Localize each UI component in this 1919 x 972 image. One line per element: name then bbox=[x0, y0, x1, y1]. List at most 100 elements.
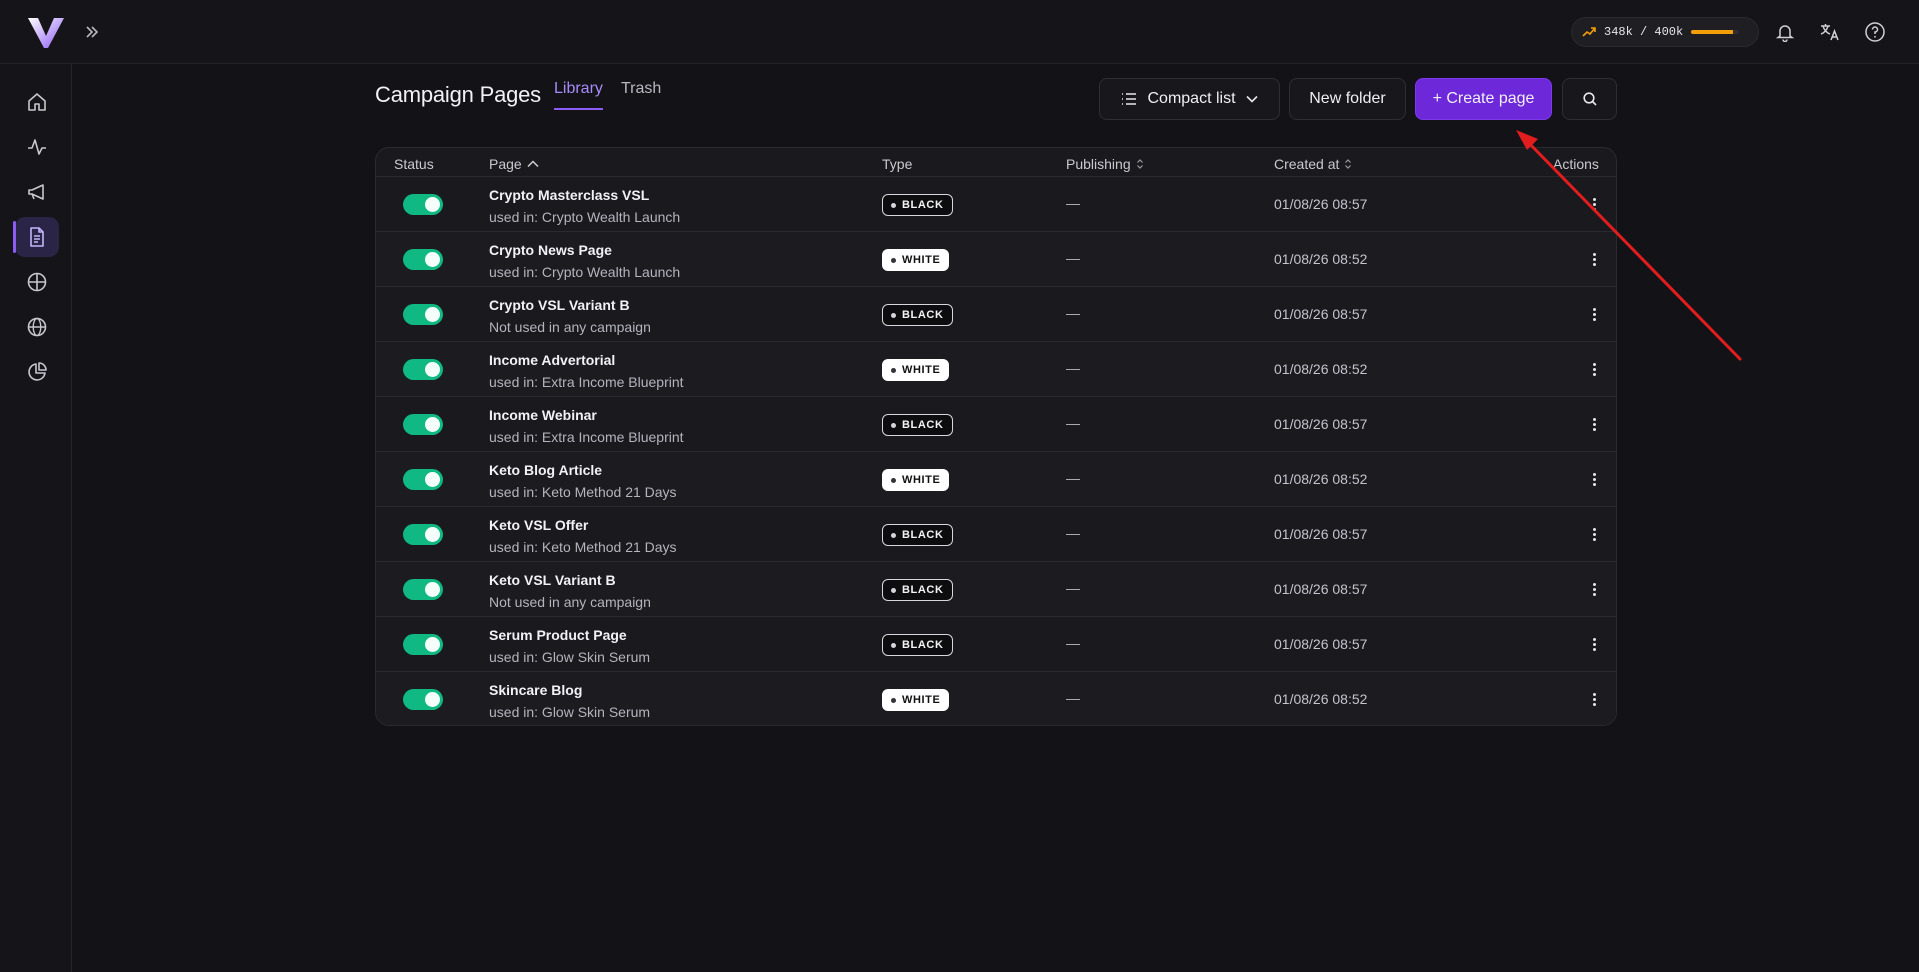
page-usage: Not used in any campaign bbox=[489, 594, 651, 610]
row-actions-menu-icon[interactable] bbox=[1582, 631, 1606, 657]
created-at-value: 01/08/26 08:57 bbox=[1274, 416, 1368, 432]
type-badge: WHITE bbox=[882, 689, 950, 711]
table-row[interactable]: Income Webinar used in: Extra Income Blue… bbox=[376, 396, 1616, 451]
column-publishing-label: Publishing bbox=[1066, 156, 1131, 172]
row-actions-menu-icon[interactable] bbox=[1582, 411, 1606, 437]
page-name[interactable]: Crypto Masterclass VSL bbox=[489, 187, 649, 203]
row-actions-menu-icon[interactable] bbox=[1582, 521, 1606, 547]
column-created-at[interactable]: Created at bbox=[1274, 156, 1352, 172]
badge-dot bbox=[891, 202, 896, 208]
sidebar-item-campaigns[interactable] bbox=[15, 172, 59, 212]
publishing-value: — bbox=[1066, 360, 1080, 376]
status-toggle[interactable] bbox=[403, 194, 443, 215]
create-page-button[interactable]: + Create page bbox=[1415, 78, 1552, 120]
search-button[interactable] bbox=[1562, 78, 1617, 120]
table-row[interactable]: Crypto VSL Variant B Not used in any camp… bbox=[376, 286, 1616, 341]
publishing-value: — bbox=[1066, 690, 1080, 706]
column-page[interactable]: Page bbox=[489, 156, 539, 172]
sidebar-item-domains[interactable] bbox=[15, 307, 59, 347]
row-actions-menu-icon[interactable] bbox=[1582, 356, 1606, 382]
page-name[interactable]: Crypto VSL Variant B bbox=[489, 297, 630, 313]
row-actions-menu-icon[interactable] bbox=[1582, 246, 1606, 272]
page-name[interactable]: Keto VSL Offer bbox=[489, 517, 588, 533]
view-mode-dropdown[interactable]: Compact list bbox=[1099, 78, 1280, 120]
type-badge: WHITE bbox=[882, 469, 950, 491]
created-at-value: 01/08/26 08:52 bbox=[1274, 251, 1368, 267]
new-folder-button[interactable]: New folder bbox=[1289, 78, 1406, 120]
row-actions-menu-icon[interactable] bbox=[1582, 301, 1606, 327]
sort-icon bbox=[1136, 159, 1143, 169]
help-icon[interactable] bbox=[1861, 18, 1889, 46]
expand-sidebar-icon[interactable] bbox=[82, 20, 102, 44]
table-row[interactable]: Keto VSL Variant B Not used in any campai… bbox=[376, 561, 1616, 616]
column-status[interactable]: Status bbox=[394, 156, 434, 172]
type-badge-label: WHITE bbox=[902, 364, 941, 376]
page-name[interactable]: Income Advertorial bbox=[489, 352, 615, 368]
row-actions-menu-icon[interactable] bbox=[1582, 191, 1606, 217]
page-name[interactable]: Serum Product Page bbox=[489, 627, 627, 643]
type-badge: WHITE bbox=[882, 249, 950, 271]
status-toggle[interactable] bbox=[403, 579, 443, 600]
translate-icon[interactable] bbox=[1816, 18, 1844, 46]
page-name[interactable]: Keto VSL Variant B bbox=[489, 572, 616, 588]
type-badge: BLACK bbox=[882, 579, 953, 601]
tab-library[interactable]: Library bbox=[554, 80, 603, 110]
status-toggle[interactable] bbox=[403, 469, 443, 490]
badge-dot bbox=[891, 367, 896, 373]
page-usage: used in: Keto Method 21 Days bbox=[489, 539, 677, 555]
table-row[interactable]: Serum Product Page used in: Glow Skin Ser… bbox=[376, 616, 1616, 671]
created-at-value: 01/08/26 08:57 bbox=[1274, 581, 1368, 597]
column-publishing[interactable]: Publishing bbox=[1066, 156, 1144, 172]
badge-dot bbox=[891, 642, 896, 648]
table-row[interactable]: Income Advertorial used in: Extra Income … bbox=[376, 341, 1616, 396]
page-title: Campaign Pages bbox=[375, 82, 541, 107]
view-mode-label: Compact list bbox=[1147, 90, 1236, 107]
page-usage: Not used in any campaign bbox=[489, 319, 651, 335]
status-toggle[interactable] bbox=[403, 249, 443, 270]
sidebar-item-activity[interactable] bbox=[15, 127, 59, 167]
page-name[interactable]: Crypto News Page bbox=[489, 242, 612, 258]
page-usage: used in: Glow Skin Serum bbox=[489, 704, 651, 720]
app-logo[interactable] bbox=[26, 14, 66, 50]
page-name[interactable]: Skincare Blog bbox=[489, 682, 582, 698]
status-toggle[interactable] bbox=[403, 524, 443, 545]
sidebar-item-home[interactable] bbox=[15, 82, 59, 122]
globe-icon bbox=[27, 317, 47, 337]
table-row[interactable]: Skincare Blog used in: Glow Skin Serum WHI… bbox=[376, 671, 1616, 725]
sidebar-item-pages[interactable] bbox=[13, 217, 59, 257]
badge-dot bbox=[891, 477, 896, 483]
home-icon bbox=[28, 93, 46, 111]
row-actions-menu-icon[interactable] bbox=[1582, 576, 1606, 602]
badge-dot bbox=[891, 312, 896, 318]
column-type[interactable]: Type bbox=[882, 156, 912, 172]
created-at-value: 01/08/26 08:57 bbox=[1274, 526, 1368, 542]
column-created-label: Created at bbox=[1274, 156, 1340, 172]
status-toggle[interactable] bbox=[403, 359, 443, 380]
status-toggle[interactable] bbox=[403, 304, 443, 325]
status-toggle[interactable] bbox=[403, 634, 443, 655]
status-toggle[interactable] bbox=[403, 689, 443, 710]
type-badge-label: WHITE bbox=[902, 694, 941, 706]
table-row[interactable]: Keto Blog Article used in: Keto Method 21… bbox=[376, 451, 1616, 506]
sidebar-item-targets[interactable] bbox=[15, 262, 59, 302]
page-usage: used in: Keto Method 21 Days bbox=[489, 484, 677, 500]
trending-up-icon bbox=[1582, 27, 1596, 37]
table-row[interactable]: Crypto Masterclass VSL used in: Crypto We… bbox=[376, 176, 1616, 231]
tab-trash[interactable]: Trash bbox=[621, 80, 661, 110]
search-icon bbox=[1582, 92, 1597, 106]
table-row[interactable]: Keto VSL Offer used in: Keto Method 21 Da… bbox=[376, 506, 1616, 561]
usage-meter[interactable]: 348k / 400k bbox=[1571, 17, 1759, 47]
page-name[interactable]: Income Webinar bbox=[489, 407, 597, 423]
publishing-value: — bbox=[1066, 525, 1080, 541]
sidebar-item-reports[interactable] bbox=[15, 352, 59, 392]
status-toggle[interactable] bbox=[403, 414, 443, 435]
table-row[interactable]: Crypto News Page used in: Crypto Wealth L… bbox=[376, 231, 1616, 286]
badge-dot bbox=[891, 697, 896, 703]
page-name[interactable]: Keto Blog Article bbox=[489, 462, 602, 478]
publishing-value: — bbox=[1066, 470, 1080, 486]
sort-ascending-icon bbox=[527, 160, 539, 168]
row-actions-menu-icon[interactable] bbox=[1582, 466, 1606, 492]
row-actions-menu-icon[interactable] bbox=[1582, 686, 1606, 712]
bell-icon[interactable] bbox=[1771, 18, 1799, 46]
created-at-value: 01/08/26 08:52 bbox=[1274, 691, 1368, 707]
